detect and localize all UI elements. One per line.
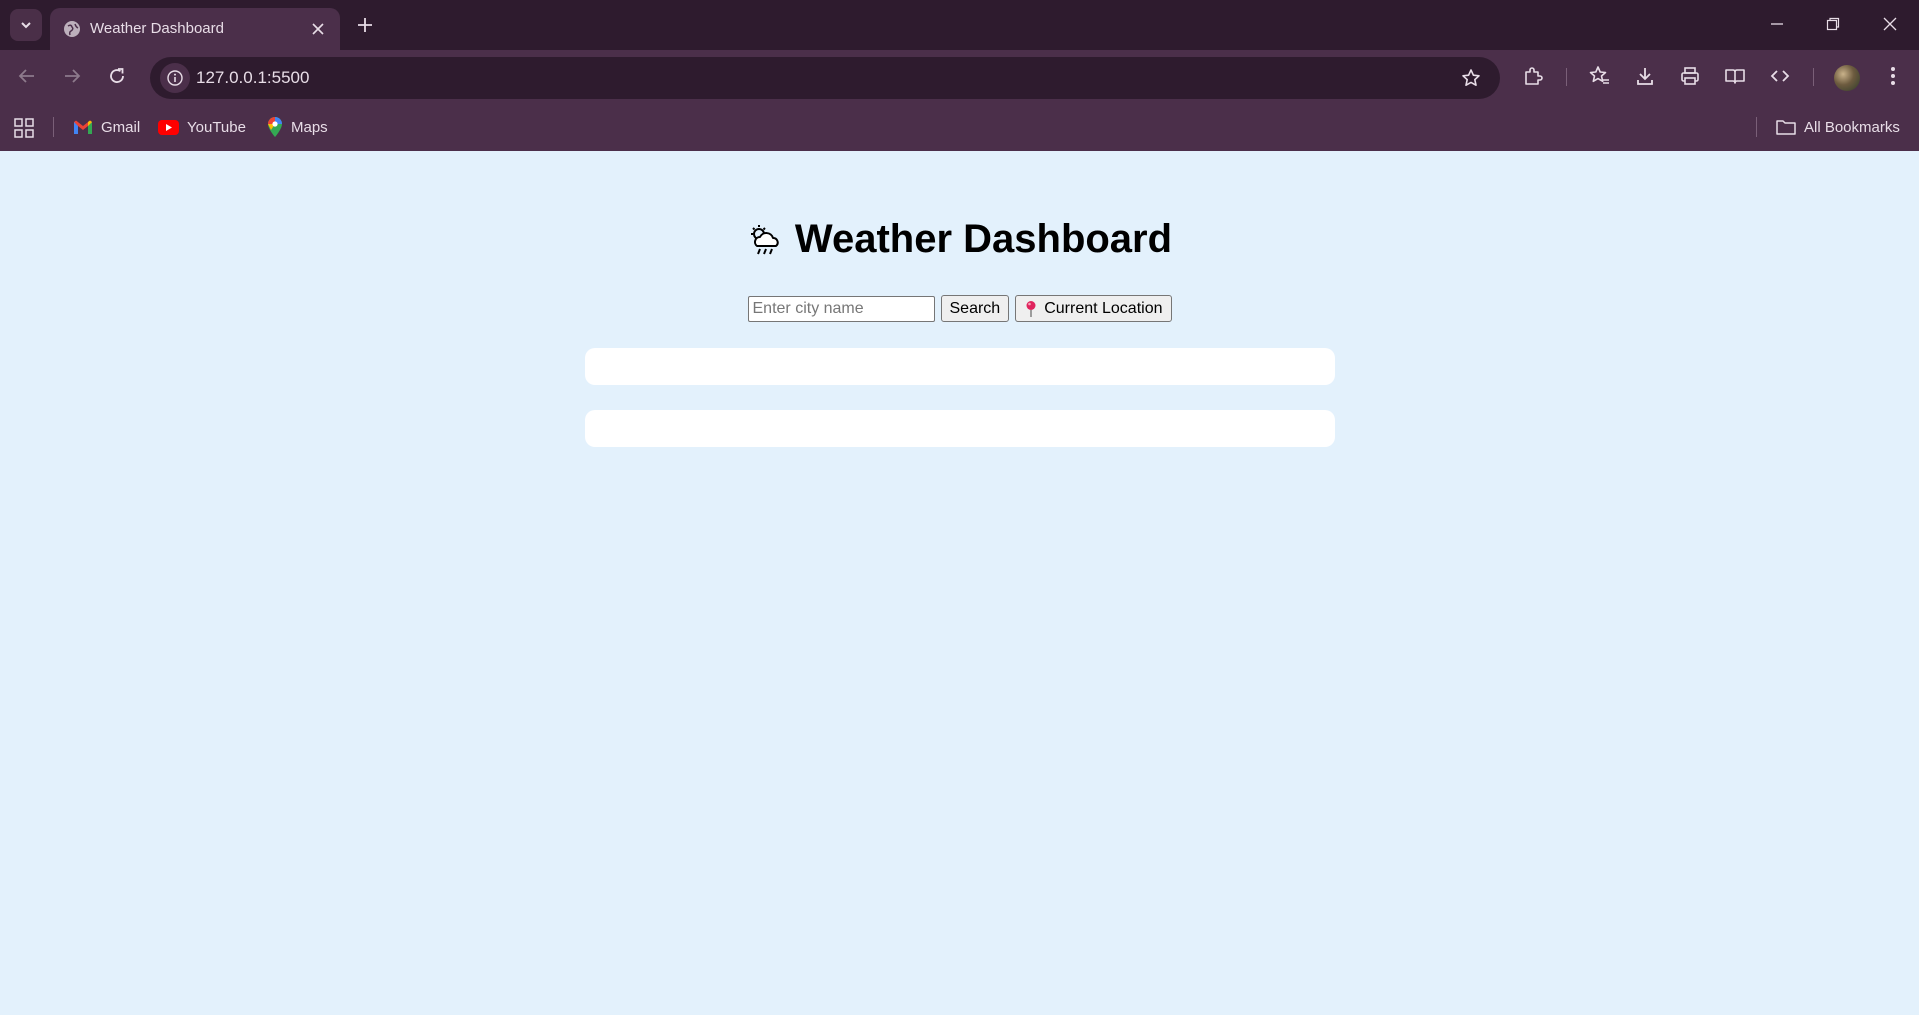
bookmark-label: Gmail (101, 118, 141, 136)
current-weather-card (585, 348, 1335, 385)
printer-icon (1681, 67, 1699, 85)
new-tab-button[interactable] (352, 12, 378, 38)
toolbar-divider (1566, 68, 1567, 86)
bookmark-youtube[interactable]: YouTube (158, 114, 246, 140)
browser-toolbar: 127.0.0.1:5500 Gmail YouTube Maps All Bo… (0, 50, 1919, 158)
forecast-card (585, 410, 1335, 447)
cloud-rain-sun-icon (750, 224, 779, 254)
toolbar-divider (1813, 68, 1814, 86)
bookmarks-manager-button[interactable] (1582, 59, 1616, 93)
search-button-label: Search (949, 299, 1001, 317)
close-window-button[interactable] (1870, 6, 1910, 42)
arrow-left-icon (18, 69, 34, 83)
extensions-button[interactable] (1516, 59, 1550, 93)
close-icon (312, 23, 324, 35)
address-bar[interactable]: 127.0.0.1:5500 (150, 57, 1500, 99)
bookmarks-bar: Gmail YouTube Maps All Bookmarks (0, 110, 1919, 144)
bookmark-label: YouTube (187, 118, 246, 136)
devtools-button[interactable] (1763, 59, 1797, 93)
search-bar: Search Current Location (0, 295, 1919, 322)
info-icon (167, 70, 183, 86)
bookmark-gmail[interactable]: Gmail (73, 114, 140, 140)
downloads-button[interactable] (1628, 59, 1662, 93)
browser-tab-strip: Weather Dashboard (0, 0, 1919, 50)
all-bookmarks-label: All Bookmarks (1804, 118, 1900, 136)
forward-button[interactable] (55, 59, 89, 93)
profile-avatar[interactable] (1834, 65, 1860, 91)
site-info-button[interactable] (160, 63, 190, 93)
star-list-icon (1589, 66, 1609, 84)
reading-mode-button[interactable] (1718, 59, 1752, 93)
gmail-icon (74, 120, 92, 134)
chevron-down-icon (21, 22, 31, 29)
book-icon (1725, 69, 1745, 84)
page-title: Weather Dashboard (794, 217, 1173, 261)
reload-icon (110, 68, 124, 83)
puzzle-icon (1525, 67, 1543, 85)
bookmark-label: Maps (291, 118, 328, 136)
reload-button[interactable] (100, 59, 134, 93)
page-header: Weather Dashboard (0, 217, 1919, 262)
browser-menu-button[interactable] (1876, 59, 1910, 93)
url-text: 127.0.0.1:5500 (196, 68, 310, 87)
location-pin-icon (1026, 300, 1036, 317)
current-location-button[interactable]: Current Location (1015, 295, 1172, 322)
maps-icon (268, 117, 282, 137)
bookmark-maps[interactable]: Maps (267, 114, 328, 140)
minimize-icon (1771, 23, 1783, 25)
youtube-icon (158, 119, 179, 135)
search-button[interactable]: Search (940, 295, 1010, 322)
tab-title: Weather Dashboard (90, 20, 224, 37)
plus-icon (358, 18, 372, 32)
tab-close-button[interactable] (308, 19, 328, 39)
folder-icon (1776, 120, 1796, 135)
page-viewport: Weather Dashboard Search Current Locatio… (0, 151, 1919, 1015)
download-icon (1637, 68, 1653, 85)
apps-grid-icon[interactable] (14, 118, 34, 138)
star-icon (1462, 69, 1480, 86)
code-icon (1770, 70, 1790, 82)
globe-icon (64, 21, 80, 37)
close-icon (1883, 17, 1897, 31)
minimize-button[interactable] (1757, 6, 1797, 42)
all-bookmarks-button[interactable]: All Bookmarks (1776, 114, 1900, 140)
active-tab[interactable]: Weather Dashboard (50, 8, 340, 50)
bookmarks-divider (1756, 117, 1757, 137)
print-button[interactable] (1673, 59, 1707, 93)
restore-icon (1826, 17, 1840, 31)
arrow-right-icon (65, 69, 81, 83)
more-vertical-icon (1891, 67, 1895, 85)
back-button[interactable] (10, 59, 44, 93)
tab-search-button[interactable] (10, 9, 42, 41)
bookmark-star-button[interactable] (1458, 65, 1484, 91)
city-search-input[interactable] (747, 295, 935, 322)
current-location-label: Current Location (1044, 299, 1163, 317)
restore-button[interactable] (1813, 6, 1853, 42)
bookmarks-divider (53, 117, 54, 137)
